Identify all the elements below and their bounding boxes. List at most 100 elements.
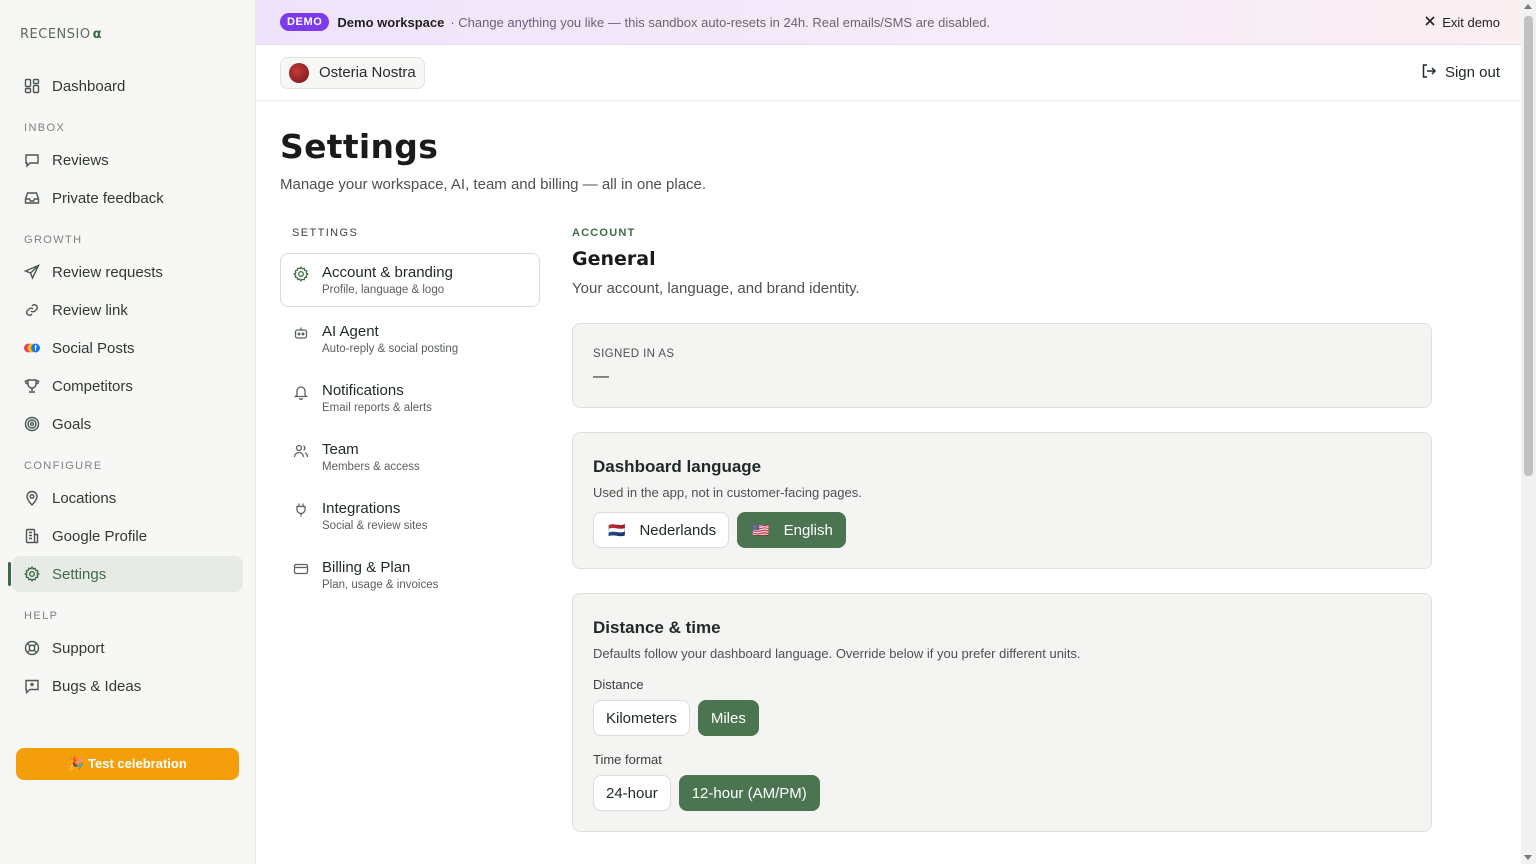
settings-tab-label: Integrations [322,500,401,517]
distance-label: Distance [593,677,644,692]
settings-tab-desc: Auto-reply & social posting [322,343,459,355]
settings-tab-label: AI Agent [322,323,379,340]
topbar: Osteria Nostra Sign out [256,45,1536,101]
dashboard-icon [24,78,40,94]
distance-options: Kilometers Miles [593,700,1411,736]
card-icon [293,561,309,591]
settings-tab-desc: Plan, usage & invoices [322,579,439,591]
panel-eyebrow: ACCOUNT [572,227,636,239]
message-icon [24,152,40,168]
robot-icon [293,325,309,355]
scroll-thumb[interactable] [1524,16,1533,476]
sidebar-item-label: Dashboard [52,77,126,95]
demo-badge: DEMO [280,13,330,31]
sidebar-item-competitors[interactable]: Competitors [12,368,243,404]
sidebar-item-social-posts[interactable]: f Social Posts [12,330,243,366]
panel-subtitle: Your account, language, and brand identi… [572,280,860,297]
social-icon: f [24,340,40,356]
sidebar-item-goals[interactable]: Goals [12,406,243,442]
exit-demo-button[interactable]: Exit demo [1424,15,1500,30]
sign-out-icon [1421,63,1437,83]
distance-option-kilometers[interactable]: Kilometers [593,700,690,736]
language-option-label: English [783,521,833,539]
logo-mark: α [92,26,103,42]
sidebar-item-google-profile[interactable]: Google Profile [12,518,243,554]
settings-tab-ai-agent[interactable]: AI Agent Auto-reply & social posting [280,312,540,366]
nl-flag-icon: 🇳🇱 [608,521,626,538]
demo-banner-title: Demo workspace [337,14,445,30]
settings-tab-desc: Email reports & alerts [322,402,432,414]
inbox-icon [24,190,40,206]
settings-tab-label: Account & branding [322,264,453,281]
panel-title: General [572,248,656,270]
scroll-down-arrow-icon[interactable] [1524,855,1532,860]
sidebar-item-label: Reviews [52,151,109,169]
settings-tab-account-branding[interactable]: Account & branding Profile, language & lo… [280,253,540,307]
sidebar-item-label: Private feedback [52,189,164,207]
page-title: Settings [280,127,439,166]
sidebar-item-label: Google Profile [52,527,148,545]
settings-tab-billing-plan[interactable]: Billing & Plan Plan, usage & invoices [280,548,540,602]
settings-tab-integrations[interactable]: Integrations Social & review sites [280,489,540,543]
scroll-up-arrow-icon[interactable] [1524,4,1532,9]
send-icon [24,264,40,280]
pin-icon [24,490,40,506]
sidebar-item-review-link[interactable]: Review link [12,292,243,328]
dashboard-language-subtitle: Used in the app, not in customer-facing … [593,485,862,500]
language-options: 🇳🇱 Nederlands 🇺🇸 English [593,512,1411,548]
sidebar-item-reviews[interactable]: Reviews [12,142,243,178]
sidebar-section-growth: GROWTH [24,234,83,246]
sign-out-button[interactable]: Sign out [1421,63,1500,83]
time-option-24-hour[interactable]: 24-hour [593,775,671,811]
time-format-label: Time format [593,752,662,767]
dashboard-language-title: Dashboard language [593,457,762,476]
sidebar-item-private-feedback[interactable]: Private feedback [12,180,243,216]
gear-icon [24,566,40,582]
location-switcher[interactable]: Osteria Nostra [280,56,425,89]
settings-nav-heading: SETTINGS [292,227,359,239]
trophy-icon [24,378,40,394]
target-icon [24,416,40,432]
plug-icon [293,502,309,532]
sidebar-item-support[interactable]: Support [12,630,243,666]
settings-tab-desc: Social & review sites [322,520,428,532]
settings-tab-notifications[interactable]: Notifications Email reports & alerts [280,371,540,425]
distance-option-miles[interactable]: Miles [697,700,759,736]
sidebar-item-locations[interactable]: Locations [12,480,243,516]
gear-icon [293,266,309,296]
sidebar-item-label: Support [52,639,105,657]
settings-tab-label: Notifications [322,382,404,399]
test-celebration-button[interactable]: 🎉 Test celebration [16,748,239,780]
sidebar-section-configure: CONFIGURE [24,460,103,472]
sidebar: RECENSIO α Dashboard INBOX Reviews Priva… [0,0,256,864]
logo[interactable]: RECENSIO α [12,0,243,68]
sidebar-item-bugs-ideas[interactable]: Bugs & Ideas [12,668,243,704]
language-option-label: Nederlands [639,521,717,539]
signed-in-label: SIGNED IN AS [593,348,675,360]
sidebar-item-dashboard[interactable]: Dashboard [12,68,243,104]
sign-out-label: Sign out [1444,64,1500,81]
settings-tab-label: Team [322,441,359,458]
page-scrollbar[interactable] [1521,0,1536,864]
sidebar-item-review-requests[interactable]: Review requests [12,254,243,290]
language-option-english[interactable]: 🇺🇸 English [737,512,846,548]
settings-tab-desc: Profile, language & logo [322,284,445,296]
sidebar-item-label: Bugs & Ideas [52,677,142,695]
us-flag-icon: 🇺🇸 [752,521,770,538]
sidebar-item-label: Social Posts [52,339,135,357]
signed-in-card: SIGNED IN AS — [572,323,1432,408]
demo-banner: DEMO Demo workspace · Change anything yo… [256,0,1536,45]
sidebar-item-settings[interactable]: Settings [8,556,243,592]
sidebar-item-label: Goals [52,415,92,433]
signed-in-value: — [593,368,609,385]
time-format-options: 24-hour 12-hour (AM/PM) [593,775,1411,811]
settings-tab-team[interactable]: Team Members & access [280,430,540,484]
users-icon [293,443,309,473]
lifebuoy-icon [24,640,40,656]
close-icon [1424,15,1436,30]
sidebar-item-label: Review link [52,301,128,319]
exit-demo-label: Exit demo [1442,14,1500,30]
language-option-nederlands[interactable]: 🇳🇱 Nederlands [593,512,730,548]
time-option-12-hour[interactable]: 12-hour (AM/PM) [678,775,820,811]
feedback-icon [24,678,40,694]
